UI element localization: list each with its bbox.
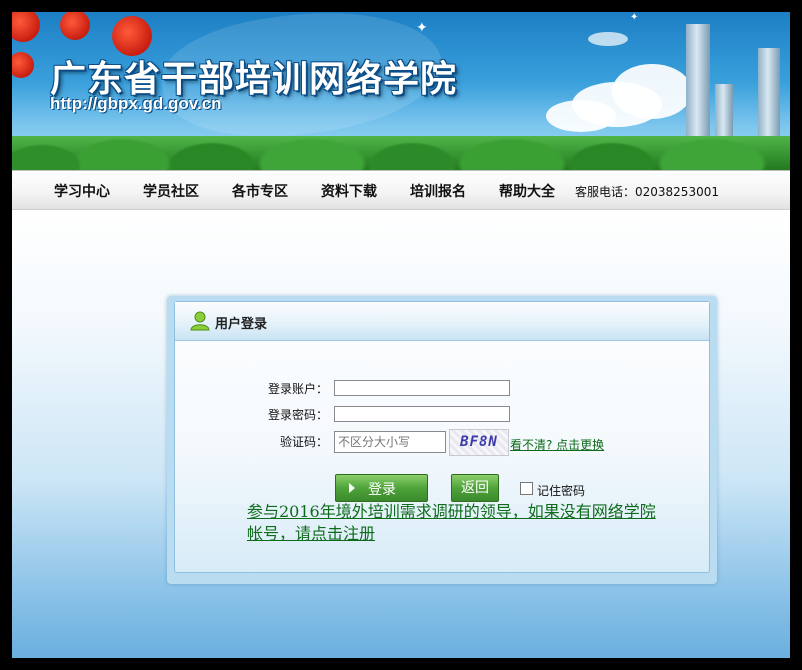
- login-button-label: 登录: [368, 482, 396, 498]
- main-nav: 学习中心 学员社区 各市专区 资料下载 培训报名 帮助大全 客服电话：02038…: [12, 170, 790, 211]
- treeline-graphic: [12, 136, 790, 170]
- login-button[interactable]: 登录: [335, 474, 428, 502]
- sparkle-icon: ✦: [416, 20, 428, 36]
- nav-item-study-center[interactable]: 学习中心: [54, 181, 110, 201]
- kapok-flower-graphic: [12, 12, 40, 42]
- nav-item-downloads[interactable]: 资料下载: [321, 181, 377, 201]
- login-title: 用户登录: [215, 317, 268, 332]
- captcha-image[interactable]: BF8N: [449, 429, 509, 456]
- login-header: 用户登录: [175, 302, 709, 341]
- nav-item-registration[interactable]: 培训报名: [410, 181, 466, 201]
- register-link[interactable]: 参与2016年境外培训需求调研的领导，如果没有网络学院帐号，请点击注册: [247, 501, 667, 545]
- back-button[interactable]: 返回: [451, 474, 499, 502]
- nav-item-community[interactable]: 学员社区: [143, 181, 199, 201]
- main-content: 用户登录 登录账户： 登录密码： 验证码： BF8N 看不清? 点击更换 登录 …: [12, 210, 790, 658]
- kapok-flower-graphic: [12, 52, 34, 78]
- kapok-flower-graphic: [60, 12, 90, 40]
- refresh-captcha-link[interactable]: 看不清? 点击更换: [510, 436, 604, 453]
- password-input[interactable]: [334, 406, 510, 422]
- skyscraper-graphic: [758, 48, 780, 148]
- login-panel: 用户登录 登录账户： 登录密码： 验证码： BF8N 看不清? 点击更换 登录 …: [174, 301, 710, 573]
- nav-item-help[interactable]: 帮助大全: [499, 181, 555, 201]
- site-url: http://gbpx.gd.gov.cn: [50, 94, 222, 113]
- play-arrow-icon: [349, 483, 355, 493]
- account-label: 登录账户：: [267, 382, 328, 396]
- site-banner: ✦ ✦ 广东省干部培训网络学院 http://gbpx.gd.gov.cn: [12, 12, 790, 170]
- browser-frame: ✦ ✦ 广东省干部培训网络学院 http://gbpx.gd.gov.cn 学习…: [12, 12, 790, 658]
- user-icon: [190, 311, 210, 331]
- cloud-graphic: [546, 100, 616, 132]
- captcha-input[interactable]: [334, 431, 446, 453]
- remember-password-checkbox[interactable]: [520, 482, 533, 495]
- cloud-graphic: [612, 64, 692, 119]
- sparkle-icon: ✦: [630, 12, 639, 23]
- service-hotline: 客服电话：02038253001: [575, 185, 719, 199]
- nav-item-city-zones[interactable]: 各市专区: [232, 181, 288, 201]
- login-box-frame: 用户登录 登录账户： 登录密码： 验证码： BF8N 看不清? 点击更换 登录 …: [167, 296, 717, 584]
- cloud-graphic: [588, 32, 628, 46]
- captcha-label: 验证码：: [279, 435, 328, 449]
- account-input[interactable]: [334, 380, 510, 396]
- password-label: 登录密码：: [267, 408, 328, 422]
- skyscraper-graphic: [686, 24, 710, 146]
- remember-password-label: 记住密码: [537, 484, 586, 498]
